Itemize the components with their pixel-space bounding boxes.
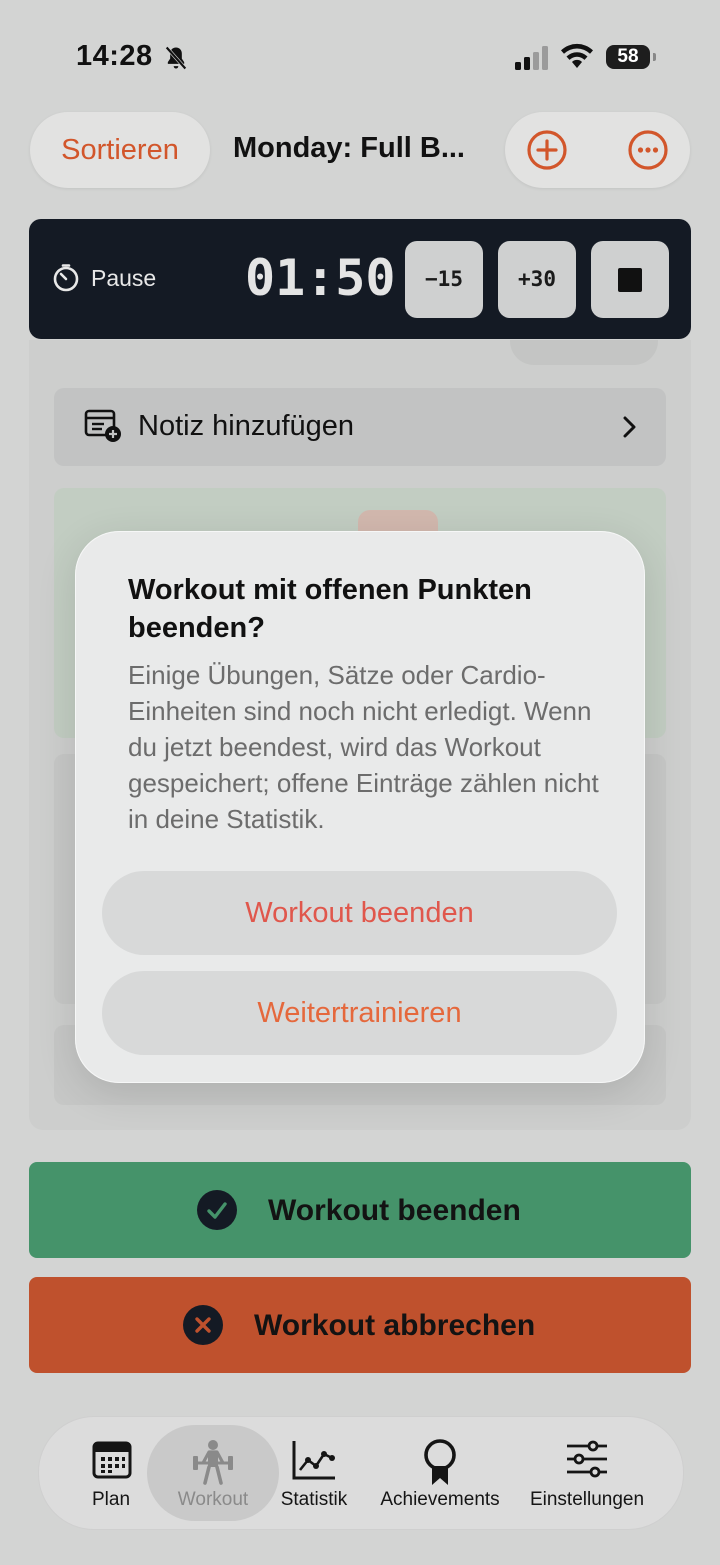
chart-icon <box>292 1441 335 1480</box>
tab-einstellungen[interactable]: Einstellungen <box>523 1417 651 1529</box>
battery-indicator: 58 <box>606 45 656 69</box>
add-note-label: Notiz hinzufügen <box>138 410 355 442</box>
tab-plan[interactable]: Plan <box>71 1417 151 1529</box>
page-title: Monday: Full B... <box>233 132 465 164</box>
rest-timer-bar: Pause 01:50 −15 +30 <box>29 219 691 339</box>
tab-plan-label: Plan <box>91 1489 131 1510</box>
tab-achievements[interactable]: Achievements <box>375 1417 505 1529</box>
tab-statistik[interactable]: Statistik <box>271 1417 357 1529</box>
chevron-right-icon <box>623 416 636 438</box>
dialog-title: Workout mit offenen Punkten beenden? <box>128 574 532 644</box>
timer-value: 01:50 <box>245 249 396 307</box>
cellular-signal-icon <box>515 46 548 70</box>
abort-workout-button[interactable]: Workout abbrechen <box>29 1277 691 1373</box>
calendar-icon <box>92 1441 132 1479</box>
dialog-message: Einige Übungen, Sätze oder Cardio-Einhei… <box>128 660 599 834</box>
card-button-partial <box>510 340 658 365</box>
more-circle-icon[interactable] <box>623 125 673 175</box>
ribbon-icon <box>424 1439 456 1485</box>
bell-muted-icon <box>165 46 187 70</box>
tab-einstellungen-label: Einstellungen <box>529 1489 645 1510</box>
plus-30-button[interactable]: +30 <box>498 241 576 318</box>
minus-15-button[interactable]: −15 <box>405 241 483 318</box>
sort-button[interactable]: Sortieren <box>30 112 210 188</box>
finish-workout-label: Workout beenden <box>268 1194 521 1227</box>
header-actions <box>505 112 690 188</box>
add-note-row[interactable]: Notiz hinzufügen <box>54 388 666 466</box>
status-time: 14:28 <box>76 40 153 72</box>
continue-training-button[interactable]: Weitertrainieren <box>102 971 617 1055</box>
abort-workout-label: Workout abbrechen <box>254 1309 536 1342</box>
tab-workout-label: Workout <box>177 1489 249 1510</box>
tab-bar: Plan Workout Statistik Achievements Eins… <box>38 1416 684 1530</box>
tab-statistik-label: Statistik <box>280 1489 348 1510</box>
stop-icon <box>618 268 642 292</box>
finish-workout-button[interactable]: Workout beenden <box>29 1162 691 1258</box>
weightlifter-icon <box>193 1440 233 1485</box>
close-icon <box>183 1305 223 1345</box>
stop-timer-button[interactable] <box>591 241 669 318</box>
timer-icon <box>53 264 79 292</box>
sliders-icon <box>567 1440 607 1478</box>
tab-workout[interactable]: Workout <box>163 1417 263 1529</box>
wifi-icon <box>561 43 593 68</box>
checkmark-icon <box>197 1190 237 1230</box>
tab-achievements-label: Achievements <box>380 1489 500 1510</box>
timer-label: Pause <box>91 265 157 291</box>
note-add-icon <box>84 409 121 442</box>
confirm-dialog: Workout mit offenen Punkten beenden? Ein… <box>75 531 645 1083</box>
confirm-finish-button[interactable]: Workout beenden <box>102 871 617 955</box>
add-circle-icon[interactable] <box>522 125 572 175</box>
